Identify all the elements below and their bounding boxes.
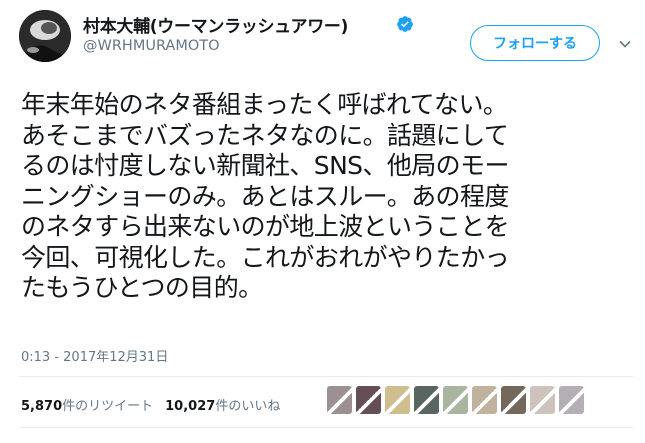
- liker-avatar[interactable]: [472, 386, 497, 414]
- liker-avatar[interactable]: [443, 386, 468, 414]
- liker-avatar[interactable]: [530, 386, 555, 414]
- follow-button[interactable]: フォローする: [470, 25, 600, 61]
- user-handle[interactable]: @WRHMURAMOTO: [83, 38, 220, 54]
- liker-avatar[interactable]: [559, 386, 584, 414]
- tweet-timestamp[interactable]: 0:13 - 2017年12月31日: [21, 346, 168, 365]
- avatar[interactable]: [19, 10, 71, 62]
- retweets-stat[interactable]: 5,870件のリツイート: [21, 395, 153, 414]
- likers-avatars: [327, 386, 584, 414]
- likes-label: 件のいいね: [215, 399, 281, 414]
- tweet-stats: 5,870件のリツイート 10,027件のいいね: [21, 395, 280, 414]
- chevron-down-icon[interactable]: [617, 36, 633, 52]
- divider-bottom: [19, 427, 633, 428]
- tweet-text: 年末年始のネタ番組まったく呼ばれてない。 あそこまでバズったネタなのに。話題にし…: [21, 90, 510, 302]
- liker-avatar[interactable]: [385, 386, 410, 414]
- liker-avatar[interactable]: [414, 386, 439, 414]
- divider-top: [19, 376, 633, 377]
- display-name[interactable]: 村本大輔(ウーマンラッシュアワー): [83, 12, 348, 37]
- retweets-label: 件のリツイート: [62, 399, 154, 414]
- likes-count: 10,027: [165, 399, 216, 414]
- liker-avatar[interactable]: [356, 386, 381, 414]
- likes-stat[interactable]: 10,027件のいいね: [165, 395, 280, 414]
- retweets-count: 5,870: [21, 399, 63, 414]
- liker-avatar[interactable]: [327, 386, 352, 414]
- verified-badge-icon: [397, 16, 413, 32]
- liker-avatar[interactable]: [501, 386, 526, 414]
